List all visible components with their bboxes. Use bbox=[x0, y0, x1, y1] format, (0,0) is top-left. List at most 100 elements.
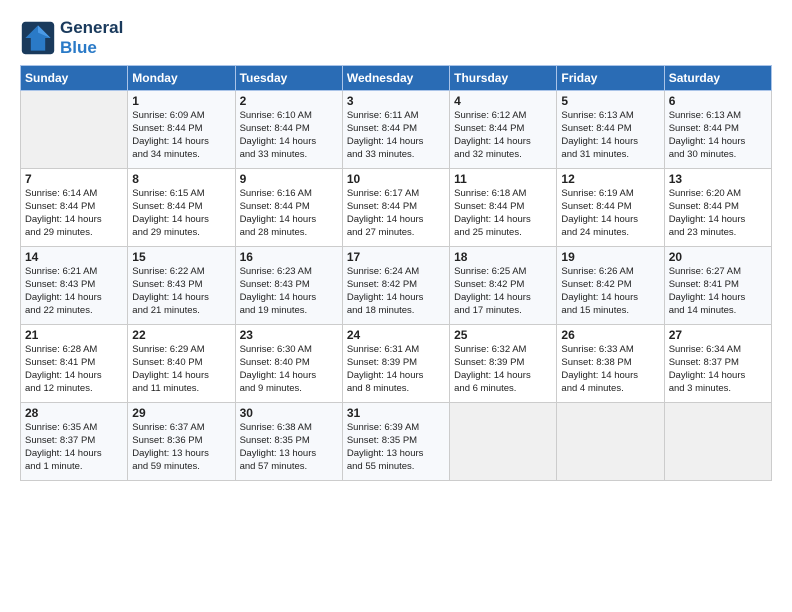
day-info: Sunrise: 6:21 AM Sunset: 8:43 PM Dayligh… bbox=[25, 266, 123, 317]
day-cell bbox=[21, 91, 128, 169]
week-row-1: 1 Sunrise: 6:09 AM Sunset: 8:44 PM Daylig… bbox=[21, 91, 772, 169]
day-number: 24 bbox=[347, 328, 445, 342]
day-cell: 14Sunrise: 6:21 AM Sunset: 8:43 PM Dayli… bbox=[21, 247, 128, 325]
day-info: Sunrise: 6:19 AM Sunset: 8:44 PM Dayligh… bbox=[561, 188, 659, 239]
day-cell: 11 Sunrise: 6:18 AM Sunset: 8:44 PM Dayli… bbox=[450, 169, 557, 247]
day-number: 4 bbox=[454, 94, 552, 108]
day-cell: 13 Sunrise: 6:20 AM Sunset: 8:44 PM Dayli… bbox=[664, 169, 771, 247]
day-info: Sunrise: 6:29 AM Sunset: 8:40 PM Dayligh… bbox=[132, 344, 230, 395]
day-number: 5 bbox=[561, 94, 659, 108]
day-info: Sunrise: 6:20 AM Sunset: 8:44 PM Dayligh… bbox=[669, 188, 767, 239]
day-info: Sunrise: 6:22 AM Sunset: 8:43 PM Dayligh… bbox=[132, 266, 230, 317]
day-cell: 22Sunrise: 6:29 AM Sunset: 8:40 PM Dayli… bbox=[128, 325, 235, 403]
day-cell: 28Sunrise: 6:35 AM Sunset: 8:37 PM Dayli… bbox=[21, 403, 128, 481]
day-info: Sunrise: 6:28 AM Sunset: 8:41 PM Dayligh… bbox=[25, 344, 123, 395]
day-header-wednesday: Wednesday bbox=[342, 66, 449, 91]
day-cell: 10Sunrise: 6:17 AM Sunset: 8:44 PM Dayli… bbox=[342, 169, 449, 247]
day-cell: 3Sunrise: 6:11 AM Sunset: 8:44 PM Daylig… bbox=[342, 91, 449, 169]
logo-icon bbox=[20, 20, 56, 56]
day-info: Sunrise: 6:23 AM Sunset: 8:43 PM Dayligh… bbox=[240, 266, 338, 317]
day-info: Sunrise: 6:14 AM Sunset: 8:44 PM Dayligh… bbox=[25, 188, 123, 239]
day-cell: 12 Sunrise: 6:19 AM Sunset: 8:44 PM Dayli… bbox=[557, 169, 664, 247]
day-header-saturday: Saturday bbox=[664, 66, 771, 91]
week-row-3: 14Sunrise: 6:21 AM Sunset: 8:43 PM Dayli… bbox=[21, 247, 772, 325]
day-number: 9 bbox=[240, 172, 338, 186]
day-cell bbox=[557, 403, 664, 481]
day-cell: 19 Sunrise: 6:26 AM Sunset: 8:42 PM Dayli… bbox=[557, 247, 664, 325]
day-cell: 29 Sunrise: 6:37 AM Sunset: 8:36 PM Dayli… bbox=[128, 403, 235, 481]
day-info: Sunrise: 6:34 AM Sunset: 8:37 PM Dayligh… bbox=[669, 344, 767, 395]
day-info: Sunrise: 6:15 AM Sunset: 8:44 PM Dayligh… bbox=[132, 188, 230, 239]
day-number: 10 bbox=[347, 172, 445, 186]
day-cell: 30 Sunrise: 6:38 AM Sunset: 8:35 PM Dayli… bbox=[235, 403, 342, 481]
day-cell: 20Sunrise: 6:27 AM Sunset: 8:41 PM Dayli… bbox=[664, 247, 771, 325]
logo: General Blue bbox=[20, 18, 123, 57]
calendar-table: SundayMondayTuesdayWednesdayThursdayFrid… bbox=[20, 65, 772, 481]
day-number: 7 bbox=[25, 172, 123, 186]
day-info: Sunrise: 6:12 AM Sunset: 8:44 PM Dayligh… bbox=[454, 110, 552, 161]
day-header-thursday: Thursday bbox=[450, 66, 557, 91]
day-number: 16 bbox=[240, 250, 338, 264]
day-info: Sunrise: 6:37 AM Sunset: 8:36 PM Dayligh… bbox=[132, 422, 230, 473]
day-cell: 16 Sunrise: 6:23 AM Sunset: 8:43 PM Dayli… bbox=[235, 247, 342, 325]
header-row: SundayMondayTuesdayWednesdayThursdayFrid… bbox=[21, 66, 772, 91]
day-number: 18 bbox=[454, 250, 552, 264]
day-cell: 8 Sunrise: 6:15 AM Sunset: 8:44 PM Daylig… bbox=[128, 169, 235, 247]
day-number: 3 bbox=[347, 94, 445, 108]
day-info: Sunrise: 6:26 AM Sunset: 8:42 PM Dayligh… bbox=[561, 266, 659, 317]
day-cell: 7 Sunrise: 6:14 AM Sunset: 8:44 PM Daylig… bbox=[21, 169, 128, 247]
day-info: Sunrise: 6:13 AM Sunset: 8:44 PM Dayligh… bbox=[669, 110, 767, 161]
day-number: 8 bbox=[132, 172, 230, 186]
day-cell: 4 Sunrise: 6:12 AM Sunset: 8:44 PM Daylig… bbox=[450, 91, 557, 169]
day-info: Sunrise: 6:30 AM Sunset: 8:40 PM Dayligh… bbox=[240, 344, 338, 395]
day-number: 15 bbox=[132, 250, 230, 264]
day-info: Sunrise: 6:13 AM Sunset: 8:44 PM Dayligh… bbox=[561, 110, 659, 161]
day-number: 19 bbox=[561, 250, 659, 264]
day-cell: 6 Sunrise: 6:13 AM Sunset: 8:44 PM Daylig… bbox=[664, 91, 771, 169]
day-number: 31 bbox=[347, 406, 445, 420]
day-info: Sunrise: 6:33 AM Sunset: 8:38 PM Dayligh… bbox=[561, 344, 659, 395]
day-cell: 5 Sunrise: 6:13 AM Sunset: 8:44 PM Daylig… bbox=[557, 91, 664, 169]
day-info: Sunrise: 6:18 AM Sunset: 8:44 PM Dayligh… bbox=[454, 188, 552, 239]
day-cell: 24 Sunrise: 6:31 AM Sunset: 8:39 PM Dayli… bbox=[342, 325, 449, 403]
day-number: 6 bbox=[669, 94, 767, 108]
day-header-sunday: Sunday bbox=[21, 66, 128, 91]
day-cell: 26 Sunrise: 6:33 AM Sunset: 8:38 PM Dayli… bbox=[557, 325, 664, 403]
day-number: 27 bbox=[669, 328, 767, 342]
day-info: Sunrise: 6:16 AM Sunset: 8:44 PM Dayligh… bbox=[240, 188, 338, 239]
day-cell: 31 Sunrise: 6:39 AM Sunset: 8:35 PM Dayli… bbox=[342, 403, 449, 481]
day-info: Sunrise: 6:38 AM Sunset: 8:35 PM Dayligh… bbox=[240, 422, 338, 473]
day-cell: 2Sunrise: 6:10 AM Sunset: 8:44 PM Daylig… bbox=[235, 91, 342, 169]
day-number: 2 bbox=[240, 94, 338, 108]
week-row-5: 28Sunrise: 6:35 AM Sunset: 8:37 PM Dayli… bbox=[21, 403, 772, 481]
day-number: 26 bbox=[561, 328, 659, 342]
day-cell: 18 Sunrise: 6:25 AM Sunset: 8:42 PM Dayli… bbox=[450, 247, 557, 325]
day-cell: 1 Sunrise: 6:09 AM Sunset: 8:44 PM Daylig… bbox=[128, 91, 235, 169]
day-cell: 27 Sunrise: 6:34 AM Sunset: 8:37 PM Dayli… bbox=[664, 325, 771, 403]
day-number: 20 bbox=[669, 250, 767, 264]
day-number: 25 bbox=[454, 328, 552, 342]
logo-text: General Blue bbox=[60, 18, 123, 57]
day-number: 1 bbox=[132, 94, 230, 108]
day-number: 13 bbox=[669, 172, 767, 186]
day-info: Sunrise: 6:32 AM Sunset: 8:39 PM Dayligh… bbox=[454, 344, 552, 395]
day-cell: 15 Sunrise: 6:22 AM Sunset: 8:43 PM Dayli… bbox=[128, 247, 235, 325]
day-info: Sunrise: 6:31 AM Sunset: 8:39 PM Dayligh… bbox=[347, 344, 445, 395]
day-cell: 21Sunrise: 6:28 AM Sunset: 8:41 PM Dayli… bbox=[21, 325, 128, 403]
page: General Blue SundayMondayTuesdayWednesda… bbox=[0, 0, 792, 491]
day-info: Sunrise: 6:25 AM Sunset: 8:42 PM Dayligh… bbox=[454, 266, 552, 317]
day-header-tuesday: Tuesday bbox=[235, 66, 342, 91]
day-number: 17 bbox=[347, 250, 445, 264]
day-info: Sunrise: 6:39 AM Sunset: 8:35 PM Dayligh… bbox=[347, 422, 445, 473]
day-header-friday: Friday bbox=[557, 66, 664, 91]
day-number: 29 bbox=[132, 406, 230, 420]
day-cell: 17Sunrise: 6:24 AM Sunset: 8:42 PM Dayli… bbox=[342, 247, 449, 325]
day-number: 12 bbox=[561, 172, 659, 186]
day-cell: 23 Sunrise: 6:30 AM Sunset: 8:40 PM Dayli… bbox=[235, 325, 342, 403]
day-number: 30 bbox=[240, 406, 338, 420]
day-number: 23 bbox=[240, 328, 338, 342]
day-info: Sunrise: 6:09 AM Sunset: 8:44 PM Dayligh… bbox=[132, 110, 230, 161]
day-cell: 25 Sunrise: 6:32 AM Sunset: 8:39 PM Dayli… bbox=[450, 325, 557, 403]
day-number: 11 bbox=[454, 172, 552, 186]
day-cell bbox=[664, 403, 771, 481]
